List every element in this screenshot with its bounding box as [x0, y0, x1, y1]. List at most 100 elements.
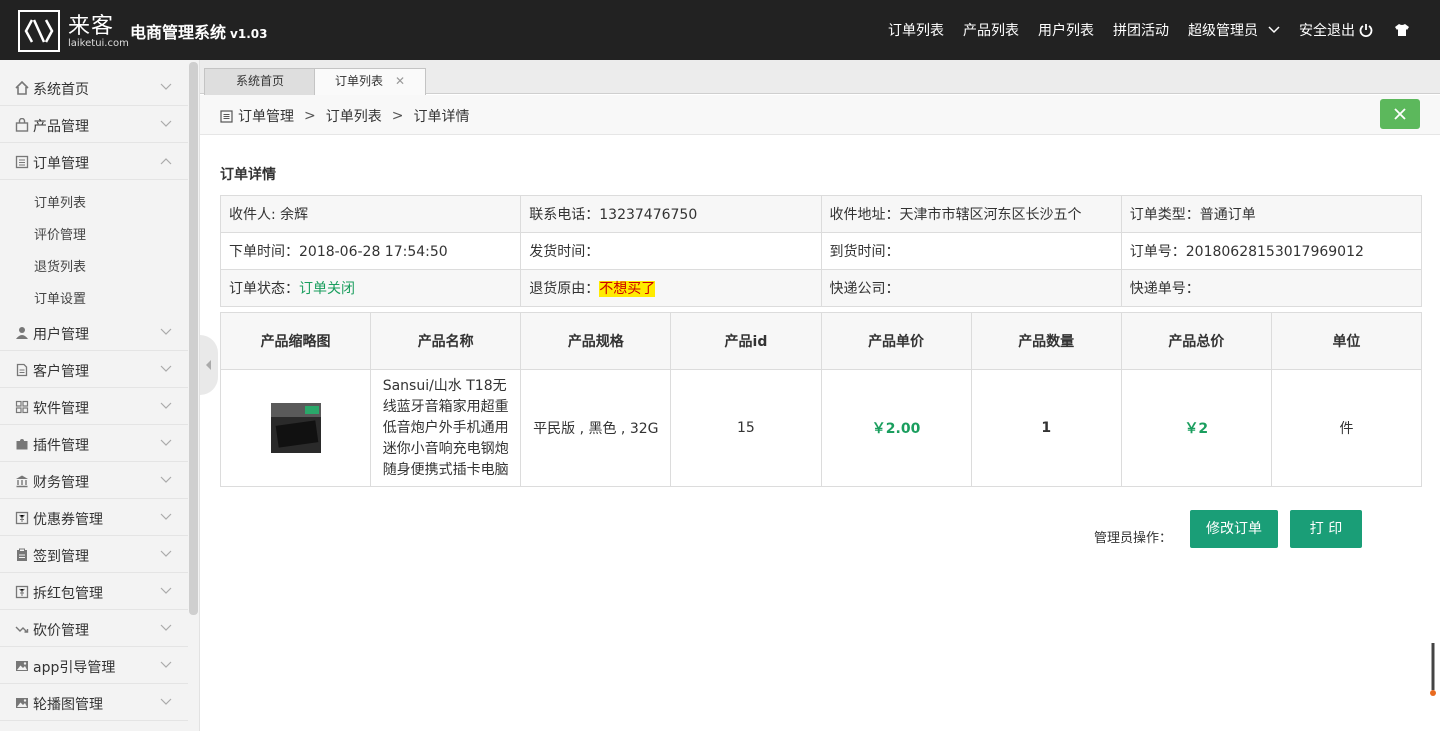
breadcrumb-bar: 订单管理 > 订单列表 > 订单详情: [200, 95, 1440, 135]
chevron-down-icon: [160, 550, 172, 557]
info-address: 收件地址：天津市市辖区河东区长沙五个: [820, 195, 1122, 233]
admin-actions-label: 管理员操作：: [1094, 531, 1173, 546]
product-unit-price: ￥2.00: [871, 421, 921, 437]
logo-domain: laiketui.com: [68, 38, 129, 49]
sidebar-item-checkin[interactable]: 签到管理: [0, 536, 188, 573]
info-arrive-time: 到货时间：: [820, 232, 1122, 270]
chevron-down-icon: [160, 328, 172, 335]
chevron-down-icon: [160, 698, 172, 705]
theme-shirt-icon[interactable]: [1394, 23, 1410, 37]
product-thumb-cell: [219, 369, 372, 487]
breadcrumb-separator: >: [304, 108, 316, 124]
logout-label: 安全退出: [1299, 23, 1355, 39]
sidebar-item-label: app引导管理: [33, 660, 116, 676]
info-order-time: 下单时间：2018-06-28 17:54:50: [219, 232, 522, 270]
info-tracking-no: 快递单号：: [1120, 269, 1423, 307]
chevron-left-icon: [206, 360, 211, 370]
chevron-down-icon: [1268, 26, 1280, 34]
logo[interactable]: 来客 laiketui.com: [18, 10, 129, 52]
product-spec: 平民版 , 黑色 , 32G: [520, 369, 672, 487]
info-return-reason: 退货原由：不想买了: [520, 269, 822, 307]
col-name: 产品名称: [370, 312, 522, 370]
table-row: Sansui/山水 T18无线蓝牙音箱家用超重低音炮户外手机通用迷你小音响充电钢…: [219, 369, 1423, 487]
sidebar-item-users[interactable]: 用户管理: [0, 314, 188, 351]
system-title: 电商管理系统 v1.03: [130, 19, 267, 43]
sidebar-item-finance[interactable]: 财务管理: [0, 462, 188, 499]
close-icon[interactable]: ✕: [395, 74, 405, 88]
info-recipient: 收件人: 余辉: [219, 195, 522, 233]
sidebar-item-coupons[interactable]: 优惠券管理: [0, 499, 188, 536]
breadcrumb-order-list[interactable]: 订单列表: [326, 106, 382, 126]
sidebar-sub-order-settings[interactable]: 订单设置: [34, 288, 86, 307]
chevron-down-icon: [160, 661, 172, 668]
sidebar-item-plugins[interactable]: 插件管理: [0, 425, 188, 462]
clipboard-icon: [17, 548, 27, 561]
chevron-down-icon: [160, 513, 172, 520]
sidebar-collapse-toggle[interactable]: [200, 335, 218, 395]
thermometer-icon[interactable]: [1430, 643, 1436, 698]
sidebar-item-home[interactable]: 系统首页: [0, 69, 188, 106]
col-spec: 产品规格: [520, 312, 672, 370]
top-nav: 订单列表 产品列表 用户列表 拼团活动 超级管理员 安全退出: [888, 0, 1440, 60]
system-title-text: 电商管理系统: [130, 23, 227, 42]
col-quantity: 产品数量: [970, 312, 1122, 370]
admin-menu-label: 超级管理员: [1188, 23, 1258, 39]
trend-icon: [15, 626, 29, 633]
chevron-up-icon: [160, 158, 172, 165]
col-unit: 单位: [1270, 312, 1423, 370]
sidebar: 系统首页 产品管理 订单管理 订单列表 评价管理 退货列表 订单设置 用户管理 …: [0, 60, 200, 731]
logout-button[interactable]: 安全退出: [1299, 20, 1373, 40]
breadcrumb-order-mgmt[interactable]: 订单管理: [238, 106, 294, 126]
sidebar-item-bargain[interactable]: 砍价管理: [0, 610, 188, 647]
info-order-no: 订单号：20180628153017969012: [1120, 232, 1423, 270]
tab-home[interactable]: 系统首页: [204, 68, 316, 95]
chevron-down-icon: [160, 120, 172, 127]
grid-icon: [15, 400, 29, 414]
return-reason-value: 不想买了: [599, 281, 656, 297]
sidebar-item-customers[interactable]: 客户管理: [0, 351, 188, 388]
tab-label: 订单列表: [334, 74, 383, 88]
section-title: 订单详情: [220, 167, 276, 183]
product-id: 15: [670, 369, 822, 487]
sidebar-item-label: 插件管理: [33, 438, 89, 454]
nav-product-list[interactable]: 产品列表: [963, 20, 1019, 40]
info-courier: 快递公司：: [820, 269, 1122, 307]
sidebar-item-red-packet[interactable]: 拆红包管理: [0, 573, 188, 610]
tab-strip: 系统首页 订单列表 ✕: [200, 60, 1440, 96]
redpacket-icon: [15, 585, 29, 599]
col-thumb: 产品缩略图: [219, 312, 372, 370]
sidebar-item-label: 砍价管理: [33, 623, 89, 639]
nav-group-buy[interactable]: 拼团活动: [1113, 20, 1169, 40]
product-unit-price-cell: ￥2.00: [820, 369, 972, 487]
logo-mark-icon: [18, 10, 60, 52]
sidebar-item-app-guide[interactable]: app引导管理: [0, 647, 188, 684]
product-thumbnail[interactable]: [270, 403, 321, 453]
sidebar-item-orders[interactable]: 订单管理: [0, 143, 188, 180]
user-icon: [16, 327, 28, 339]
nav-user-list[interactable]: 用户列表: [1038, 20, 1094, 40]
sidebar-item-software[interactable]: 软件管理: [0, 388, 188, 425]
sidebar-scrollbar[interactable]: [189, 62, 198, 615]
coupon-icon: [15, 511, 29, 525]
sidebar-item-products[interactable]: 产品管理: [0, 106, 188, 143]
status-badge: 订单关闭: [299, 281, 355, 297]
sidebar-sub-returns[interactable]: 退货列表: [34, 256, 86, 275]
bank-icon: [16, 475, 28, 488]
top-header: 来客 laiketui.com 电商管理系统 v1.03 订单列表 产品列表 用户…: [0, 0, 1440, 60]
tab-order-list[interactable]: 订单列表 ✕: [314, 68, 426, 96]
sidebar-sub-reviews[interactable]: 评价管理: [34, 224, 86, 243]
close-page-button[interactable]: [1380, 99, 1420, 129]
bag-icon: [15, 118, 29, 132]
home-icon: [15, 81, 29, 95]
admin-menu[interactable]: 超级管理员: [1188, 20, 1280, 40]
sidebar-item-carousel[interactable]: 轮播图管理: [0, 684, 188, 721]
edit-order-button[interactable]: 修改订单: [1190, 510, 1278, 548]
sidebar-sub-order-list[interactable]: 订单列表: [34, 192, 86, 211]
nav-order-list[interactable]: 订单列表: [888, 20, 944, 40]
chevron-down-icon: [160, 402, 172, 409]
system-version: v1.03: [230, 27, 268, 41]
list-icon: [15, 155, 29, 169]
breadcrumb-separator: >: [391, 108, 404, 124]
print-button[interactable]: 打 印: [1290, 510, 1362, 548]
info-ship-time: 发货时间：: [520, 232, 822, 270]
